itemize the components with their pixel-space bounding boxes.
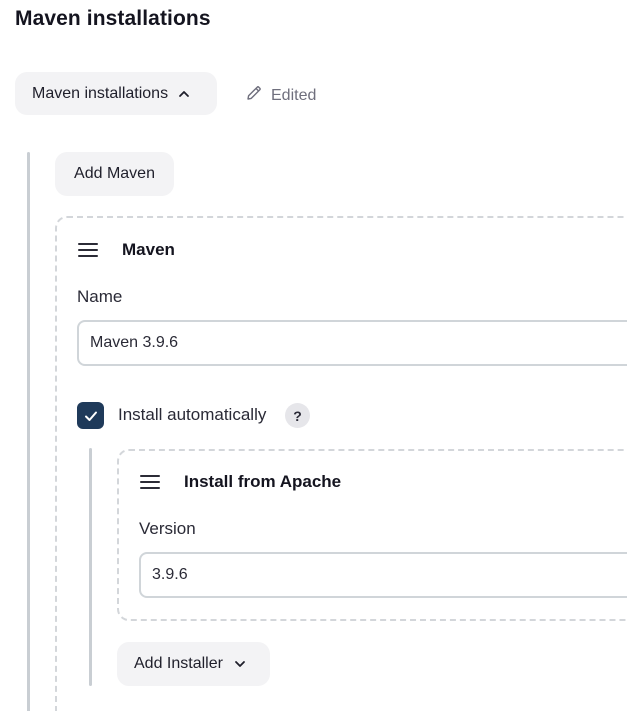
installer-drag-handle-icon[interactable] (140, 475, 160, 489)
chevron-up-icon (177, 87, 191, 101)
maven-card-title: Maven (122, 240, 175, 259)
add-installer-button[interactable]: Add Installer (117, 642, 270, 686)
pencil-icon (245, 84, 263, 107)
name-label: Name (77, 287, 123, 306)
version-input[interactable] (139, 552, 627, 598)
maven-installations-page: Maven installations Maven installations … (0, 0, 627, 711)
toggle-label: Maven installations (32, 84, 169, 102)
installer-card-title: Install from Apache (184, 472, 342, 491)
section-title: Maven installations (15, 7, 211, 30)
install-automatically-label: Install automatically (118, 405, 267, 424)
edited-label: Edited (271, 86, 317, 104)
install-automatically-checkbox[interactable] (77, 402, 104, 429)
version-label: Version (139, 519, 196, 538)
check-icon (84, 411, 97, 421)
add-maven-button[interactable]: Add Maven (55, 152, 174, 196)
installer-rail (89, 448, 92, 686)
add-installer-label: Add Installer (134, 655, 223, 672)
help-icon[interactable]: ? (285, 403, 310, 428)
edited-status: Edited (245, 84, 316, 107)
chevron-down-icon (233, 657, 247, 671)
maven-installations-toggle-button[interactable]: Maven installations (15, 72, 217, 115)
section-rail (27, 152, 30, 711)
name-input[interactable] (77, 320, 627, 366)
drag-handle-icon[interactable] (78, 243, 98, 257)
